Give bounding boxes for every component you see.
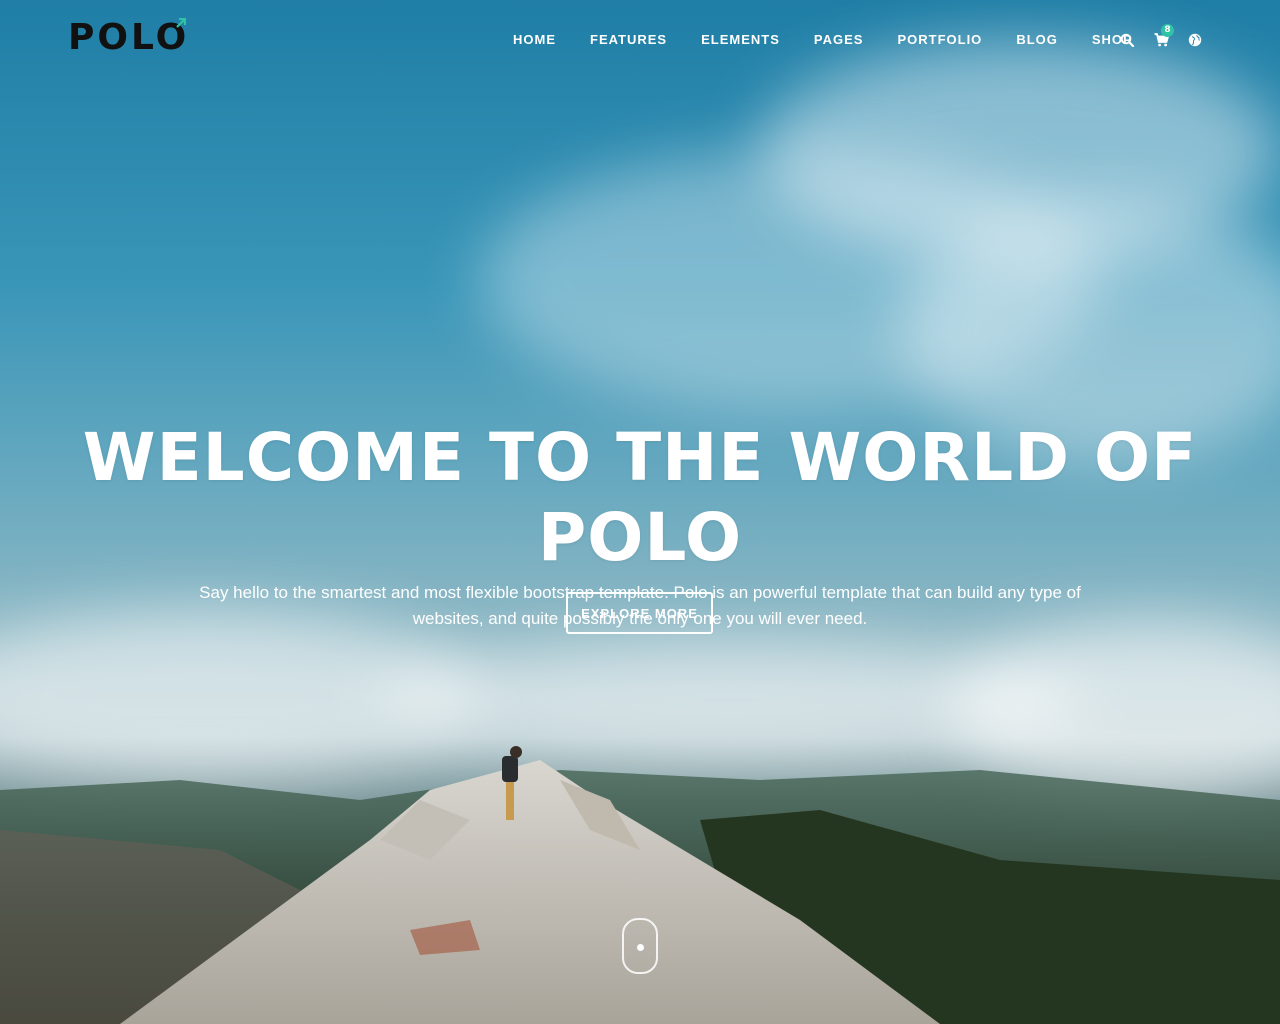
cart-button[interactable]: 8 [1152, 24, 1174, 52]
nav-item-pages[interactable]: PAGES [797, 28, 881, 52]
hero-title: WELCOME TO THE WORLD OF POLO [82, 419, 1198, 576]
search-button[interactable] [1118, 28, 1136, 52]
scroll-down-indicator[interactable] [622, 918, 658, 974]
nav-item-portfolio[interactable]: PORTFOLIO [880, 28, 999, 52]
site-header: POLO HOME FEATURES ELEMENTS PAGES PORTFO… [0, 0, 1280, 80]
search-icon [1120, 33, 1134, 47]
scroll-dot [637, 944, 644, 951]
language-button[interactable] [1186, 28, 1204, 52]
logo[interactable]: POLO [68, 18, 189, 58]
logo-text: POLO [68, 17, 190, 58]
nav-item-elements[interactable]: ELEMENTS [684, 28, 797, 52]
nav-item-blog[interactable]: BLOG [999, 28, 1075, 52]
logo-accent-icon [176, 18, 186, 28]
main-nav: HOME FEATURES ELEMENTS PAGES PORTFOLIO B… [496, 28, 1150, 52]
nav-item-home[interactable]: HOME [496, 28, 573, 52]
globe-icon [1188, 33, 1202, 47]
explore-more-button[interactable]: EXPLORE MORE [566, 592, 713, 634]
nav-item-features[interactable]: FEATURES [573, 28, 684, 52]
header-icons: 8 [1118, 24, 1204, 52]
cart-count-badge: 8 [1161, 24, 1174, 37]
